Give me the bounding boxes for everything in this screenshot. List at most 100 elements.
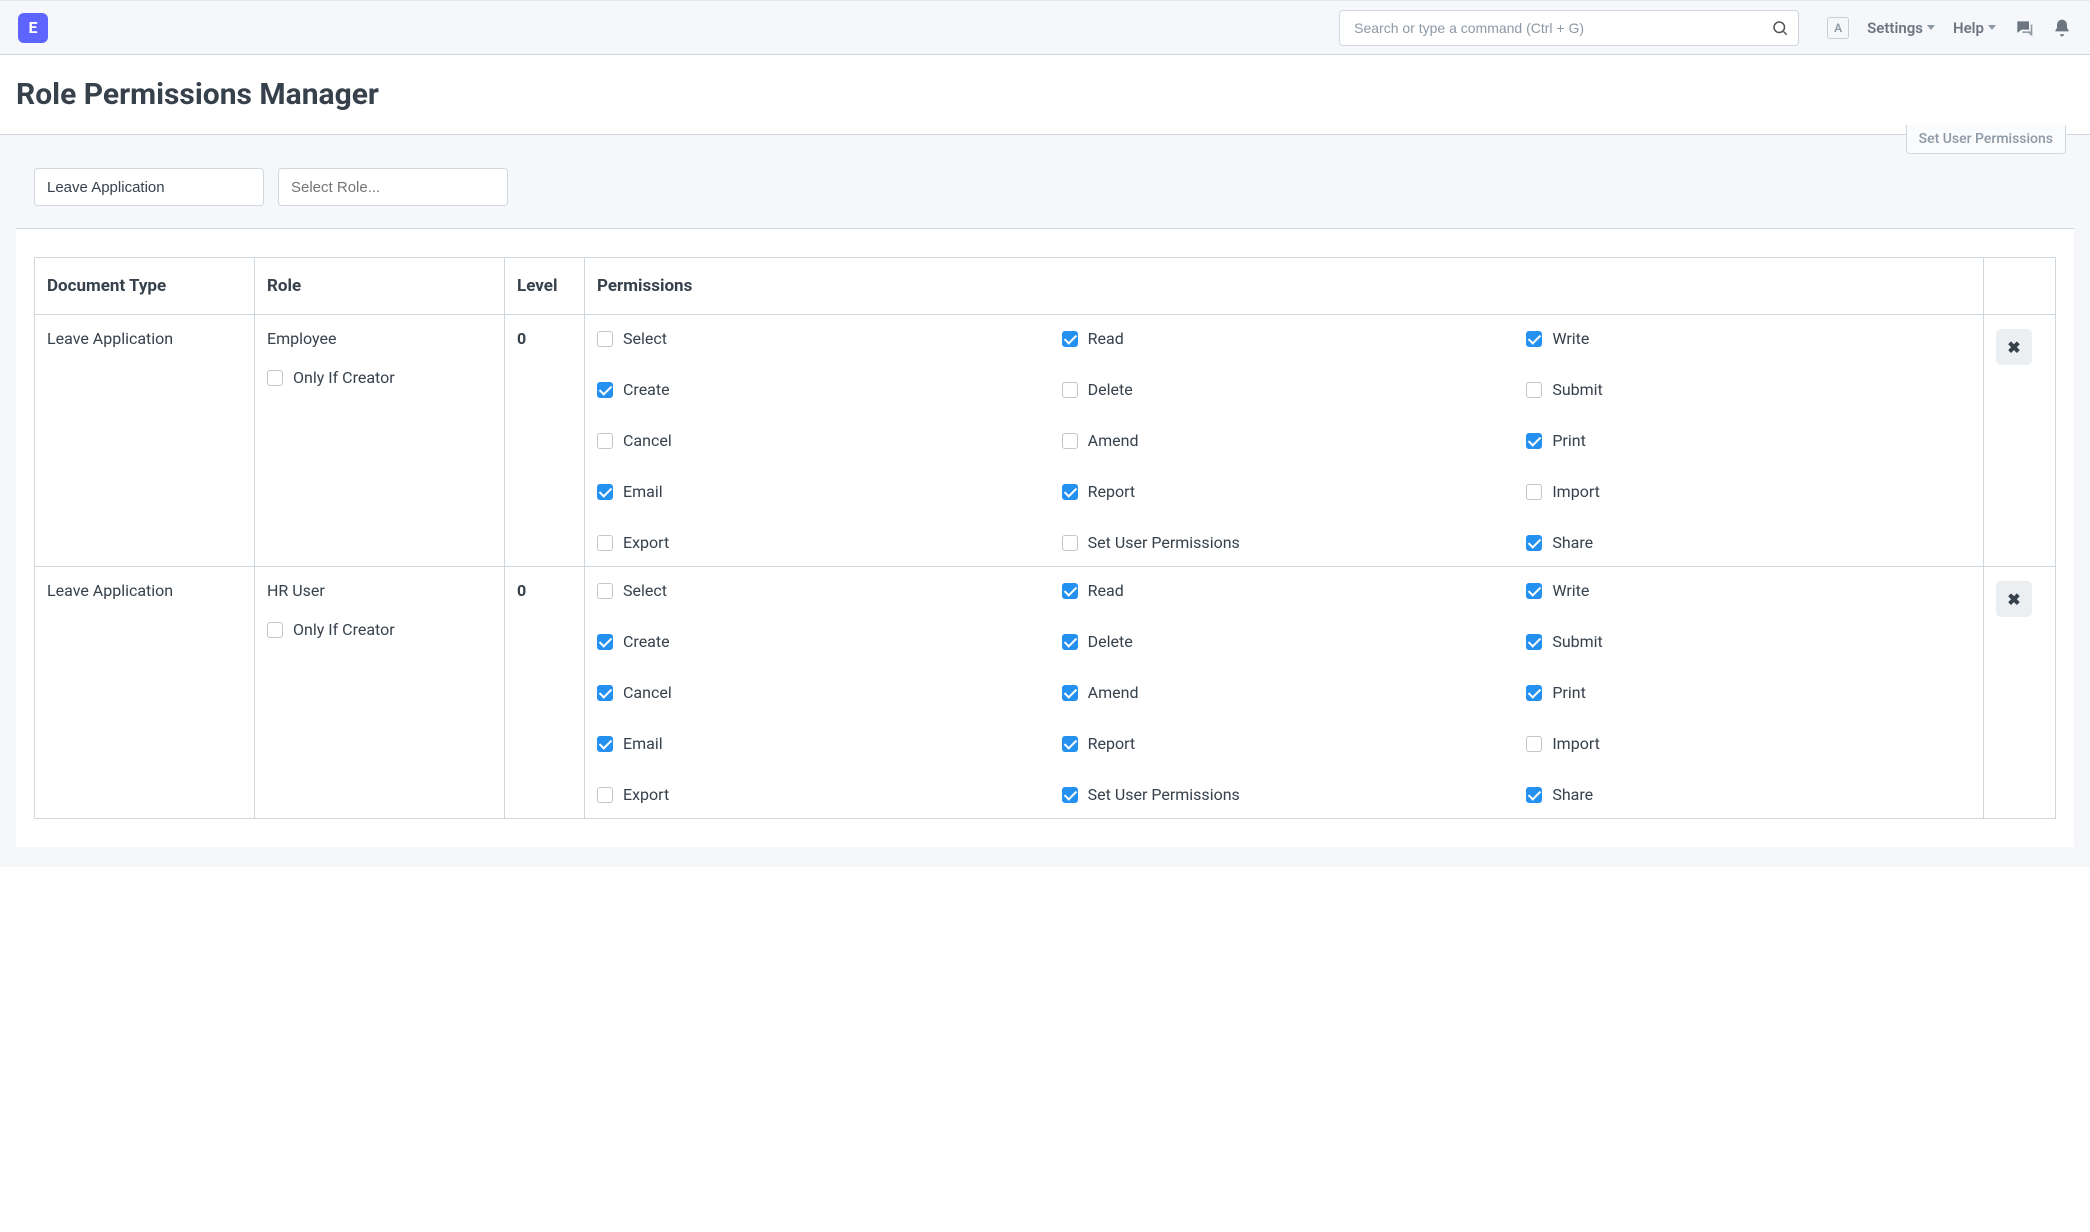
- permission-checkbox[interactable]: [597, 685, 613, 701]
- permission-checkbox[interactable]: [597, 484, 613, 500]
- only-if-creator-checkbox[interactable]: [267, 622, 283, 638]
- permission-checkbox[interactable]: [1062, 736, 1078, 752]
- permission-checkbox[interactable]: [1062, 583, 1078, 599]
- only-if-creator-checkbox[interactable]: [267, 370, 283, 386]
- set-user-permissions-button[interactable]: Set User Permissions: [1906, 125, 2066, 154]
- permission-checkbox[interactable]: [1062, 535, 1078, 551]
- permission-option[interactable]: Create: [597, 632, 1042, 651]
- permission-label: Share: [1552, 785, 1593, 804]
- permission-checkbox[interactable]: [1526, 736, 1542, 752]
- permission-label: Select: [623, 581, 667, 600]
- settings-menu[interactable]: Settings: [1867, 19, 1935, 37]
- permission-option[interactable]: Print: [1526, 431, 1971, 450]
- delete-row-button[interactable]: ✖: [1996, 581, 2032, 617]
- permission-checkbox[interactable]: [1526, 787, 1542, 803]
- permission-option[interactable]: Amend: [1062, 431, 1507, 450]
- permission-label: Create: [623, 380, 670, 399]
- permission-checkbox[interactable]: [1062, 331, 1078, 347]
- permission-checkbox[interactable]: [1526, 433, 1542, 449]
- doctype-filter-input[interactable]: [34, 168, 264, 206]
- permission-option[interactable]: Cancel: [597, 683, 1042, 702]
- permission-label: Set User Permissions: [1088, 533, 1240, 552]
- permission-label: Cancel: [623, 431, 672, 450]
- only-if-creator-option[interactable]: Only If Creator: [267, 368, 492, 387]
- permission-checkbox[interactable]: [1526, 583, 1542, 599]
- permission-checkbox[interactable]: [597, 535, 613, 551]
- permissions-table: Document Type Role Level Permissions Lea…: [34, 257, 2056, 819]
- permission-checkbox[interactable]: [1062, 634, 1078, 650]
- cell-actions: ✖: [1984, 567, 2056, 819]
- search-input[interactable]: [1339, 10, 1799, 46]
- permission-checkbox[interactable]: [1062, 433, 1078, 449]
- permission-label: Create: [623, 632, 670, 651]
- permission-option[interactable]: Set User Permissions: [1062, 533, 1507, 552]
- permission-option[interactable]: Select: [597, 329, 1042, 348]
- only-if-creator-option[interactable]: Only If Creator: [267, 620, 492, 639]
- permission-checkbox[interactable]: [1526, 484, 1542, 500]
- permission-checkbox[interactable]: [1062, 685, 1078, 701]
- permission-option[interactable]: Amend: [1062, 683, 1507, 702]
- permission-option[interactable]: Import: [1526, 734, 1971, 753]
- permission-option[interactable]: Print: [1526, 683, 1971, 702]
- permission-option[interactable]: Read: [1062, 581, 1507, 600]
- permission-label: Report: [1088, 482, 1136, 501]
- permission-checkbox[interactable]: [1526, 535, 1542, 551]
- permission-checkbox[interactable]: [597, 787, 613, 803]
- app-logo[interactable]: E: [18, 13, 48, 43]
- permission-option[interactable]: Submit: [1526, 380, 1971, 399]
- permission-label: Amend: [1088, 431, 1139, 450]
- col-header-doctype: Document Type: [35, 258, 255, 315]
- permission-checkbox[interactable]: [1526, 382, 1542, 398]
- delete-row-button[interactable]: ✖: [1996, 329, 2032, 365]
- avatar-letter: A: [1834, 21, 1842, 35]
- permission-checkbox[interactable]: [1062, 484, 1078, 500]
- col-header-level: Level: [505, 258, 585, 315]
- permission-checkbox[interactable]: [597, 382, 613, 398]
- chat-icon[interactable]: [2014, 18, 2034, 38]
- permission-checkbox[interactable]: [597, 634, 613, 650]
- permission-checkbox[interactable]: [1062, 382, 1078, 398]
- permission-label: Email: [623, 734, 663, 753]
- permission-option[interactable]: Create: [597, 380, 1042, 399]
- permission-option[interactable]: Write: [1526, 329, 1971, 348]
- permissions-panel: Document Type Role Level Permissions Lea…: [16, 228, 2074, 847]
- permission-checkbox[interactable]: [597, 433, 613, 449]
- permission-label: Import: [1552, 482, 1600, 501]
- permission-option[interactable]: Email: [597, 734, 1042, 753]
- permission-option[interactable]: Report: [1062, 734, 1507, 753]
- permission-option[interactable]: Import: [1526, 482, 1971, 501]
- permission-option[interactable]: Write: [1526, 581, 1971, 600]
- permission-checkbox[interactable]: [1062, 787, 1078, 803]
- permission-checkbox[interactable]: [597, 331, 613, 347]
- permission-checkbox[interactable]: [597, 583, 613, 599]
- permission-label: Email: [623, 482, 663, 501]
- permission-option[interactable]: Report: [1062, 482, 1507, 501]
- permission-option[interactable]: Share: [1526, 785, 1971, 804]
- role-filter-input[interactable]: [278, 168, 508, 206]
- help-menu[interactable]: Help: [1953, 19, 1996, 37]
- permission-option[interactable]: Set User Permissions: [1062, 785, 1507, 804]
- permission-option[interactable]: Export: [597, 533, 1042, 552]
- permission-option[interactable]: Share: [1526, 533, 1971, 552]
- permission-option[interactable]: Submit: [1526, 632, 1971, 651]
- permission-option[interactable]: Delete: [1062, 380, 1507, 399]
- permission-checkbox[interactable]: [1526, 685, 1542, 701]
- permission-label: Print: [1552, 683, 1585, 702]
- permission-option[interactable]: Read: [1062, 329, 1507, 348]
- permission-option[interactable]: Export: [597, 785, 1042, 804]
- search-icon[interactable]: [1771, 19, 1789, 37]
- permission-option[interactable]: Delete: [1062, 632, 1507, 651]
- page-body: Set User Permissions Document Type Role …: [0, 135, 2090, 867]
- user-avatar[interactable]: A: [1827, 17, 1849, 39]
- permission-checkbox[interactable]: [597, 736, 613, 752]
- permission-option[interactable]: Email: [597, 482, 1042, 501]
- permission-checkbox[interactable]: [1526, 331, 1542, 347]
- permission-option[interactable]: Cancel: [597, 431, 1042, 450]
- permission-label: Print: [1552, 431, 1585, 450]
- bell-icon[interactable]: [2052, 18, 2072, 38]
- chevron-down-icon: [1927, 25, 1935, 30]
- permission-option[interactable]: Select: [597, 581, 1042, 600]
- app-logo-letter: E: [29, 18, 38, 37]
- permission-label: Report: [1088, 734, 1136, 753]
- permission-checkbox[interactable]: [1526, 634, 1542, 650]
